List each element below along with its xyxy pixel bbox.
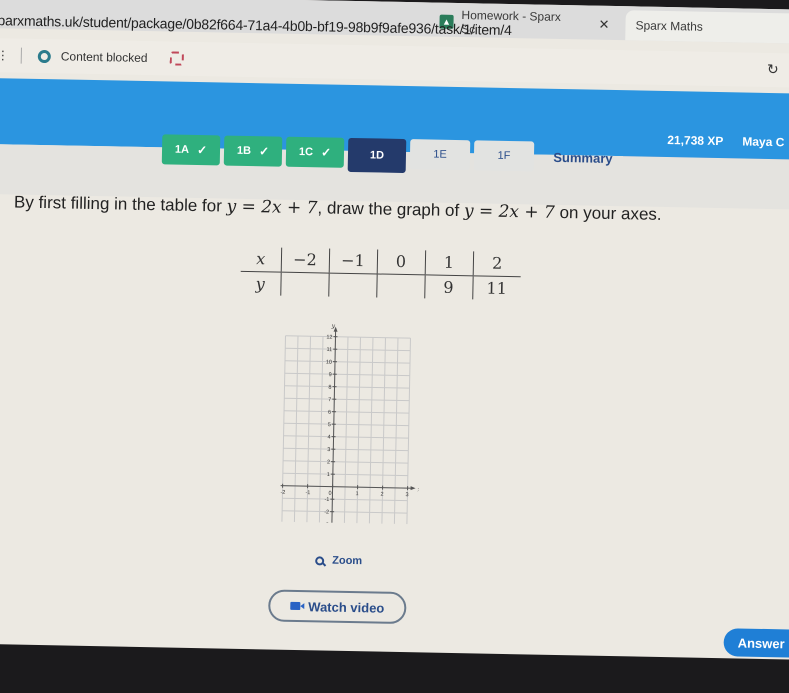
answer-label: Answer [737,634,785,651]
y-tick-label: 8 [328,385,331,391]
y-tick-label: 6 [328,410,331,416]
zoom-button[interactable]: Zoom [315,554,362,567]
magnifier-icon [315,555,325,566]
y-axis [331,328,337,525]
x-cell: −2 [280,247,330,273]
check-icon: ✓ [258,144,270,159]
content-blocked-icon [37,49,51,63]
tab-label: Summary [553,149,613,166]
tab-1d[interactable]: 1D [347,137,407,174]
x-axis-label: x [417,486,421,493]
grid-line-vertical [343,336,349,525]
question-part: By first filling in the table for [13,192,227,216]
x-cell: 1 [424,250,474,276]
x-cell: 0 [376,249,426,275]
x-header: x [240,246,282,272]
apps-icon[interactable]: ⋮ [0,48,9,62]
tab-1f[interactable]: 1F [473,140,535,172]
tab-label: 1A [174,143,190,156]
watch-video-label: Watch video [308,598,385,616]
x-tick-label: 0 [328,491,331,497]
grid-line-vertical [293,335,299,524]
y-cell [280,271,329,297]
url-text[interactable]: parxmaths.uk/student/package/0b82f664-71… [0,12,512,38]
y-tick-label: -1 [324,497,329,503]
grid-line-vertical [318,336,324,524]
extension-icon[interactable] [169,51,184,66]
grid-line-horizontal [281,522,407,525]
y-tick-label: -2 [324,510,329,516]
y-row: y 9 11 [240,271,521,301]
x-tick-label: 1 [355,491,358,497]
y-tick-label: 10 [326,360,332,366]
y-tick-label: 3 [327,447,330,453]
check-icon: ✓ [196,143,208,158]
y-axis-label: y [331,323,336,330]
tab-1b[interactable]: 1B ✓ [223,135,283,167]
y-tick-label: -3 [324,522,329,524]
divider [20,47,22,64]
y-cell [376,273,425,299]
grid-line-vertical [368,337,374,525]
grid-line-vertical [393,337,399,525]
x-tick-label: -1 [305,490,310,496]
reload-icon[interactable]: ↻ [767,61,779,78]
tab-summary[interactable]: Summary [538,142,629,174]
x-cell: −1 [328,248,378,274]
coordinate-grid[interactable]: xy-2-10123121110987654321-1-2-3 [276,322,422,525]
y-cell: 11 [472,275,521,301]
y-tick-label: 1 [327,472,330,478]
tab-1a[interactable]: 1A ✓ [161,134,221,166]
y-cell: 9 [424,274,473,300]
screen: ▲ Homework - Sparx Sc ✕ S Sparx Maths pa… [0,0,789,693]
y-header: y [255,273,265,294]
content-blocked-label[interactable]: Content blocked [61,49,148,65]
x-tick-label: 3 [405,492,408,498]
tab-1c[interactable]: 1C ✓ [285,136,345,168]
equation: y = 2x + 7 [226,196,318,219]
x-axis [280,485,414,489]
question-part: , draw the graph of [317,198,465,221]
xp-counter: 21,738 XP [667,133,724,149]
y-tick-label: 9 [329,372,332,378]
video-camera-icon [290,601,301,611]
value-table: x −2 −1 0 1 2 y 9 11 [240,246,522,301]
x-tick-label: 2 [380,492,383,498]
x-cell: 2 [472,251,522,277]
answer-button[interactable]: Answer [723,628,789,659]
tab-label: 1F [497,149,511,163]
y-tick-label: 12 [326,335,332,341]
watch-video-button[interactable]: Watch video [268,589,407,625]
y-tick-label: 4 [327,435,330,441]
zoom-label: Zoom [332,554,363,568]
equation: y = 2x + 7 [463,201,556,223]
x-tick-label: -2 [280,490,285,496]
y-tick-label: 11 [326,347,332,353]
y-tick-label: 7 [328,397,331,403]
user-name[interactable]: Maya C [742,134,784,149]
y-cell [328,272,377,298]
x-axis-arrow [410,486,416,491]
tab-label: 1E [433,148,447,161]
tab-1e[interactable]: 1E [409,139,471,171]
check-icon: ✓ [320,145,332,160]
question-part: on your axes. [554,202,662,224]
y-tick-label: 5 [328,422,331,428]
tab-label: 1B [236,144,252,158]
y-tick-label: 2 [327,460,330,466]
tab-label: 1D [369,149,385,162]
browser-window: ▲ Homework - Sparx Sc ✕ S Sparx Maths pa… [0,0,789,660]
tab-label: 1C [298,145,314,159]
